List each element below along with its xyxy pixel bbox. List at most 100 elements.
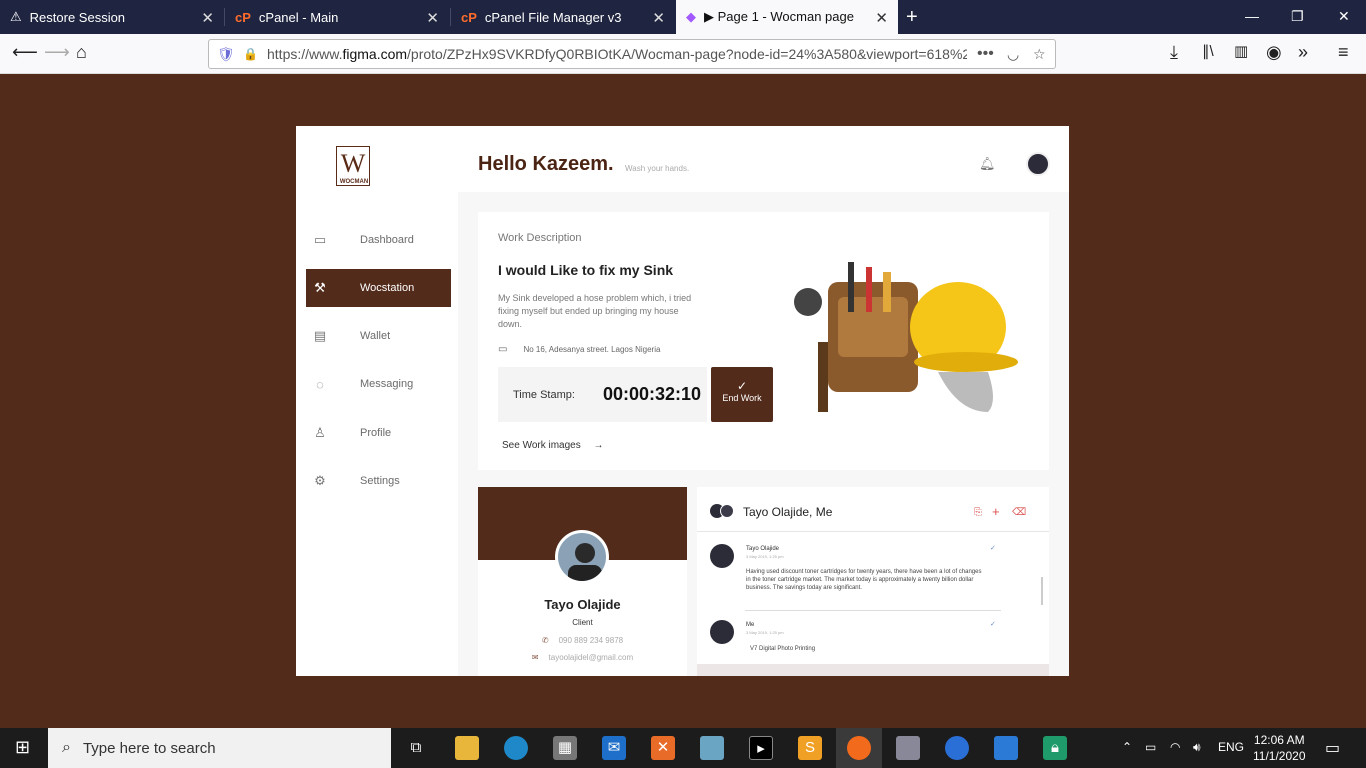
avatar[interactable] (1026, 152, 1050, 176)
phone-text: 090 889 234 9878 (558, 636, 624, 645)
bell-icon[interactable]: 🔔︎ (979, 156, 996, 172)
scrollbar[interactable] (1041, 577, 1043, 605)
more-icon[interactable]: ••• (977, 45, 994, 63)
library-icon[interactable]: ∥\ (1202, 42, 1214, 60)
sidebar: W WOCMAN ▭ Dashboard ⚒ Wocstation ▤ Wall… (296, 126, 458, 676)
close-icon[interactable]: ✕ (201, 9, 214, 27)
terminal-icon[interactable]: ▸ (749, 736, 773, 760)
back-icon[interactable]: ⟵ (12, 42, 38, 63)
link-label: See Work images (502, 440, 581, 451)
browser-tab-bar: ⚠ Restore Session ✕ cP cPanel - Main ✕ c… (0, 0, 1366, 34)
minimize-icon[interactable]: — (1245, 8, 1259, 24)
system-clock[interactable]: 12:06 AM 11/1/2020 (1253, 732, 1306, 764)
end-work-button[interactable]: ✓ End Work (711, 367, 773, 422)
sidebar-item-wallet[interactable]: ▤ Wallet (306, 317, 451, 355)
sidebar-item-label: Profile (360, 427, 392, 439)
trash-icon[interactable]: ⌫ (1012, 507, 1026, 518)
sidebar-item-label: Wallet (360, 330, 391, 342)
work-description: My Sink developed a hose problem which, … (498, 293, 692, 329)
time-stamp-box: Time Stamp: 00:00:32:10 (498, 367, 707, 422)
store-icon[interactable]: ▦ (553, 736, 577, 760)
sidebar-item-messaging[interactable]: ◌ Messaging (306, 365, 451, 403)
file-explorer-icon[interactable] (455, 736, 479, 760)
sidebar-item-wocstation[interactable]: ⚒ Wocstation (306, 269, 451, 307)
url-bar[interactable]: 🛡 🔒 https://www.figma.com/proto/ZPzHx9SV… (208, 39, 1056, 69)
tab-wocman-page[interactable]: ◆ ▶ Page 1 - Wocman page ✕ (676, 0, 898, 34)
wifi-icon[interactable]: ◠ (1170, 740, 1180, 754)
close-icon[interactable]: ✕ (875, 9, 888, 27)
chat-card: Tayo Olajide, Me ⎘ + ⌫ Tayo Olajide 3 Ma… (697, 487, 1049, 676)
tab-cpanel-main[interactable]: cP cPanel - Main ✕ (225, 0, 449, 34)
firefox-icon[interactable] (847, 736, 871, 760)
vpn-icon[interactable]: 🔒︎ (1043, 736, 1067, 760)
cpanel-icon: cP (235, 9, 251, 25)
sidebar-icon[interactable]: ▥ (1234, 42, 1248, 60)
windows-taskbar: ⊞ ⌕ Type here to search ⧉ ▦ ✉ ✕ ▸ S 🔒︎ ⌃… (0, 728, 1366, 768)
xampp-icon[interactable]: ✕ (651, 736, 675, 760)
client-email: ✉ tayoolajidel@gmail.com (478, 653, 687, 662)
notifications-icon[interactable]: ▭ (1325, 738, 1340, 758)
chat-participants (710, 504, 738, 518)
volume-icon[interactable]: 🔊︎ (1193, 740, 1201, 755)
task-view-icon[interactable]: ⧉ (404, 736, 428, 760)
url-text[interactable]: https://www.figma.com/proto/ZPzHx9SVKRDf… (267, 46, 967, 62)
photos-icon[interactable] (994, 736, 1018, 760)
star-icon[interactable]: ☆ (1033, 46, 1046, 63)
divider (745, 610, 1001, 611)
windows-start-icon[interactable]: ⊞ (15, 737, 30, 758)
check-icon: ✓ (990, 621, 996, 628)
tool-belt-image (794, 262, 1018, 412)
tab-title: Restore Session (29, 9, 126, 25)
chat-message: Tayo Olajide 3 May 2019, 1:25 pm Having … (710, 544, 1010, 604)
cpanel-icon: cP (461, 9, 477, 25)
app-icon[interactable] (700, 736, 724, 760)
sidebar-item-dashboard[interactable]: ▭ Dashboard (306, 221, 451, 259)
menu-icon[interactable]: ≡ (1338, 42, 1349, 63)
home-icon[interactable]: ⌂ (76, 42, 87, 63)
client-role: Client (572, 618, 593, 627)
battery-icon[interactable]: ▭ (1145, 740, 1156, 754)
add-icon[interactable]: + (992, 504, 1000, 519)
close-icon[interactable]: ✕ (652, 9, 665, 27)
language-indicator[interactable]: ENG (1218, 740, 1244, 754)
globe-icon[interactable] (945, 736, 969, 760)
avatar (710, 544, 734, 568)
divider (697, 531, 1049, 532)
chat-icon: ◌ (316, 376, 324, 392)
mail-icon[interactable]: ✉ (602, 736, 626, 760)
forward-icon[interactable]: ⟶ (44, 42, 70, 63)
account-icon[interactable]: ◉ (1266, 42, 1282, 63)
building-icon: ▭ (498, 344, 508, 355)
download-icon[interactable]: ⤓ (1170, 42, 1178, 63)
chat-title: Tayo Olajide, Me (743, 505, 833, 519)
sublime-icon[interactable]: S (798, 736, 822, 760)
taskbar-search[interactable]: ⌕ Type here to search (48, 728, 391, 768)
arrow-right-icon: → (593, 440, 604, 451)
overflow-icon[interactable]: » (1298, 42, 1308, 63)
app-icon[interactable] (896, 736, 920, 760)
see-work-images-link[interactable]: See Work images → (502, 440, 604, 451)
new-tab-icon[interactable]: + (906, 6, 918, 29)
chat-input-area[interactable] (697, 664, 1049, 676)
work-title: I would Like to fix my Sink (498, 262, 674, 278)
chevron-up-icon[interactable]: ⌃ (1122, 740, 1132, 754)
attach-icon[interactable]: ⎘ (974, 507, 982, 518)
pocket-icon[interactable]: ◡ (1007, 46, 1019, 63)
message-sender: Tayo Olajide (746, 546, 780, 552)
clock-time: 12:06 AM (1253, 733, 1305, 747)
tab-cpanel-file-manager[interactable]: cP cPanel File Manager v3 ✕ (451, 0, 675, 34)
close-window-icon[interactable]: ✕ (1338, 8, 1350, 25)
client-name: Tayo Olajide (544, 597, 621, 612)
restore-icon[interactable]: ❐ (1291, 8, 1304, 25)
sidebar-item-settings[interactable]: ⚙ Settings (306, 462, 451, 500)
tab-restore-session[interactable]: ⚠ Restore Session ✕ (0, 0, 224, 34)
url-domain: figma.com (342, 46, 408, 62)
edge-icon[interactable] (504, 736, 528, 760)
mail-icon: ✉ (531, 653, 539, 662)
sidebar-item-profile[interactable]: ♙ Profile (306, 414, 451, 452)
close-icon[interactable]: ✕ (426, 9, 439, 27)
browser-nav-bar: ⟵ ⟶ ⌂ 🛡 🔒 https://www.figma.com/proto/ZP… (0, 34, 1366, 74)
sidebar-item-label: Messaging (360, 378, 414, 390)
figma-icon: ◆ (686, 9, 696, 24)
greeting: Hello Kazeem. (478, 153, 614, 175)
